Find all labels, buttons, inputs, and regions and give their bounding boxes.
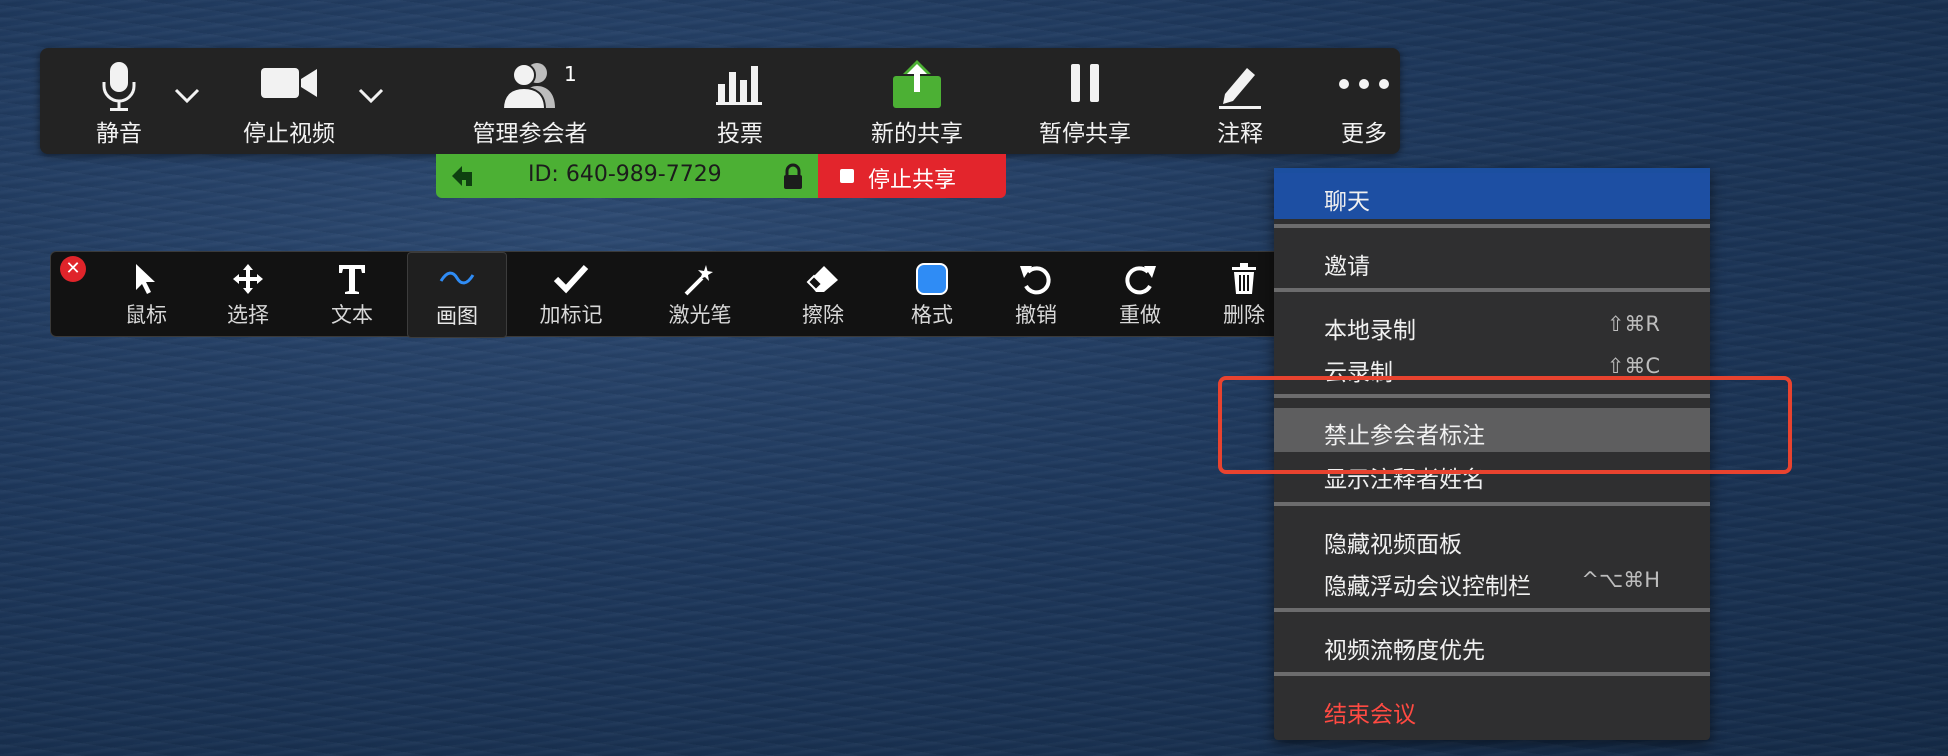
annotate-button[interactable]: 注释 [1176,48,1304,154]
more-label: 更多 [1341,121,1387,147]
poll-label: 投票 [717,121,763,147]
participants-count: 1 [564,62,577,86]
menu-separator [1274,502,1710,506]
video-camera-icon [261,68,317,98]
menu-separator [1274,608,1710,612]
stop-share-button[interactable]: 停止共享 [818,154,1006,198]
highlight-annotation-box [1218,376,1792,474]
meeting-id-panel[interactable]: ID: 640-989-7729 [436,154,818,198]
tool-undo[interactable]: 撤销 [989,252,1083,336]
more-dots-icon [1339,79,1389,89]
menu-separator [1274,672,1710,676]
mouse-pointer-icon [136,264,155,294]
menu-item-label: 隐藏视频面板 [1324,532,1462,558]
tool-undo-label: 撤销 [1015,303,1057,327]
new-share-button[interactable]: 新的共享 [832,48,1002,154]
tool-draw-label: 画图 [436,304,478,328]
meeting-toolbar: 静音 停止视频 1 管理参会者 投票 新的共享 暂停共享 注释 更多 [40,48,1400,154]
menu-item-local-record[interactable]: 本地录制 ⇧⌘R [1274,304,1710,346]
tool-redo[interactable]: 重做 [1093,252,1187,336]
tool-mouse-label: 鼠标 [125,303,167,327]
mute-button[interactable]: 静音 [64,48,174,154]
tool-stamp-label: 加标记 [539,303,603,327]
menu-item-invite[interactable]: 邀请 [1274,240,1710,282]
menu-item-label: 聊天 [1324,189,1370,215]
menu-item-label: 隐藏浮动会议控制栏 [1324,574,1531,600]
tool-draw[interactable]: 画图 [407,252,507,338]
menu-item-chat[interactable]: 聊天 [1274,173,1710,219]
menu-separator [1274,224,1710,228]
share-status-bar: ID: 640-989-7729 停止共享 [436,154,1006,198]
move-arrows-icon [233,264,263,294]
close-annotation-icon[interactable]: ✕ [60,256,86,282]
tool-spotlight-label: 激光笔 [668,303,732,327]
tool-text-label: 文本 [331,303,373,327]
annotate-label: 注释 [1217,121,1263,147]
menu-item-label: 视频流畅度优先 [1324,638,1485,664]
pause-share-label: 暂停共享 [1039,121,1131,147]
squiggle-line-icon [439,271,475,285]
bar-chart-icon [716,66,762,105]
checkmark-icon [553,264,589,294]
annotation-toolbar: 鼠标 选择 文本 画图 加标记 激光笔 擦除 格式 撤销 重做 删除 [50,251,1292,338]
tool-spotlight[interactable]: 激光笔 [637,252,763,336]
new-share-label: 新的共享 [871,121,963,147]
mute-options-chevron-down-icon[interactable] [170,78,204,116]
tool-select-label: 选择 [227,303,269,327]
manage-participants-button[interactable]: 1 管理参会者 [452,48,608,154]
menu-item-hide-floating-controls[interactable]: 隐藏浮动会议控制栏 ^⌥⌘H [1274,560,1710,602]
menu-item-label: 结束会议 [1324,702,1416,728]
poll-button[interactable]: 投票 [680,48,800,154]
redo-icon [1125,266,1156,295]
stop-video-button[interactable]: 停止视频 [224,48,354,154]
meeting-id-text: ID: 640-989-7729 [528,162,722,187]
tool-select[interactable]: 选择 [201,252,295,336]
menu-item-shortcut: ⇧⌘R [1606,312,1660,336]
share-upload-icon [893,60,941,108]
tool-stamp[interactable]: 加标记 [513,252,629,336]
tool-mouse[interactable]: 鼠标 [99,252,193,336]
pause-icon [1071,64,1099,102]
trash-icon [1232,263,1256,294]
eraser-icon [806,266,838,292]
undo-icon [1020,266,1051,295]
pencil-icon [1219,68,1261,109]
magic-wand-icon [684,265,713,296]
tool-format-label: 格式 [911,303,953,327]
stop-icon [840,169,854,183]
menu-separator [1274,288,1710,292]
pause-share-button[interactable]: 暂停共享 [1010,48,1160,154]
menu-item-label: 邀请 [1324,254,1370,280]
arrow-up-left-icon [452,166,472,186]
tool-redo-label: 重做 [1119,303,1161,327]
menu-item-shortcut: ⇧⌘C [1606,354,1660,378]
color-swatch-icon [916,263,948,295]
video-options-chevron-down-icon[interactable] [354,78,388,116]
tool-text[interactable]: 文本 [305,252,399,336]
microphone-icon [102,62,136,111]
mute-label: 静音 [96,121,142,147]
tool-eraser-label: 擦除 [802,303,844,327]
lock-icon [784,163,802,189]
participants-label: 管理参会者 [472,121,588,147]
menu-item-video-smoothness[interactable]: 视频流畅度优先 [1274,624,1710,666]
more-button[interactable]: 更多 [1304,48,1424,154]
participants-icon [501,63,555,110]
menu-item-label: 本地录制 [1324,318,1416,344]
stop-video-label: 停止视频 [243,121,335,147]
tool-format[interactable]: 格式 [885,252,979,336]
menu-item-end-meeting[interactable]: 结束会议 [1274,688,1710,730]
text-t-icon [339,265,365,294]
stop-share-label: 停止共享 [868,168,957,193]
tool-eraser[interactable]: 擦除 [771,252,875,336]
menu-item-hide-video-panel[interactable]: 隐藏视频面板 [1274,518,1710,560]
menu-item-shortcut: ^⌥⌘H [1581,568,1660,592]
